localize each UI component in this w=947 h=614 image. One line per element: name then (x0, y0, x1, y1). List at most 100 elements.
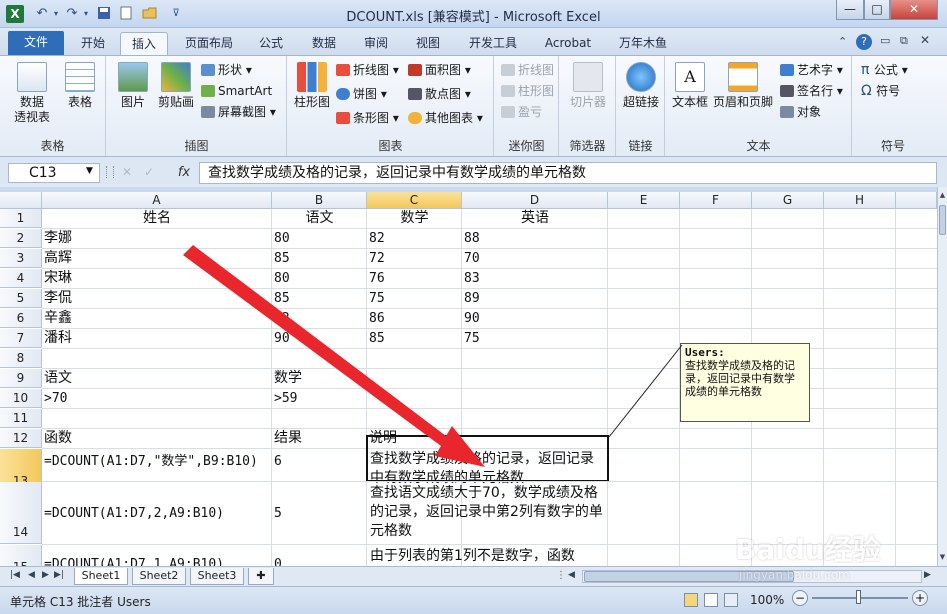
row-header-15[interactable]: 15 (0, 545, 42, 566)
column-header-h[interactable]: H (824, 192, 896, 209)
column-chart-button[interactable]: 柱形图 (292, 62, 332, 110)
active-cell-selection[interactable] (366, 435, 609, 482)
cell-a10[interactable]: >70 (44, 390, 67, 407)
row-header-8[interactable]: 8 (0, 349, 42, 368)
row-header-4[interactable]: 4 (0, 269, 42, 288)
shapes-button[interactable]: 形状 ▾ (201, 62, 252, 78)
cell-a2[interactable]: 李娜 (44, 230, 72, 247)
worksheet-grid[interactable]: A B C D E F G H 1 姓名 语文 数学 英语 2 李娜 80 82… (0, 192, 937, 566)
pie-chart-button[interactable]: 饼图 ▾ (336, 86, 387, 102)
cell-b4[interactable]: 80 (274, 270, 290, 287)
row-header-5[interactable]: 5 (0, 289, 42, 308)
cell-a14[interactable]: =DCOUNT(A1:D7,2,A9:B10) (44, 505, 224, 522)
picture-button[interactable]: 图片 (113, 62, 153, 110)
row-header-10[interactable]: 10 (0, 389, 42, 408)
column-header-g[interactable]: G (752, 192, 824, 209)
cell-b13[interactable]: 6 (274, 453, 282, 470)
smartart-button[interactable]: SmartArt (201, 83, 272, 99)
cell-d7[interactable]: 75 (464, 330, 480, 347)
cell-a1[interactable]: 姓名 (42, 210, 272, 227)
sheet-nav-prev-icon[interactable]: ◀ (28, 570, 35, 580)
cell-a3[interactable]: 高辉 (44, 250, 72, 267)
cell-b7[interactable]: 90 (274, 330, 290, 347)
cell-c7[interactable]: 85 (369, 330, 385, 347)
cell-c5[interactable]: 75 (369, 290, 385, 307)
line-chart-button[interactable]: 折线图 ▾ (336, 62, 399, 78)
cell-c15[interactable]: 由于列表的第1列不是数字，函数 (370, 547, 606, 566)
area-chart-button[interactable]: 面积图 ▾ (408, 62, 471, 78)
cell-a12[interactable]: 函数 (44, 430, 72, 447)
cell-a15[interactable]: =DCOUNT(A1:D7,1,A9:B10) (44, 556, 224, 566)
row-header-6[interactable]: 6 (0, 309, 42, 328)
scatter-chart-button[interactable]: 散点图 ▾ (408, 86, 471, 102)
tab-formulas[interactable]: 公式 (250, 32, 292, 56)
cell-c6[interactable]: 86 (369, 310, 385, 327)
cell-b6[interactable]: 72 (274, 310, 290, 327)
cell-b1[interactable]: 语文 (272, 210, 367, 227)
row-header-7[interactable]: 7 (0, 329, 42, 348)
cell-a6[interactable]: 辛鑫 (44, 310, 72, 327)
cell-d6[interactable]: 90 (464, 310, 480, 327)
cell-d1[interactable]: 英语 (462, 210, 608, 227)
zoom-slider-thumb[interactable] (856, 590, 861, 604)
object-button[interactable]: 对象 (780, 104, 821, 120)
normal-view-icon[interactable] (684, 593, 698, 607)
symbol-button[interactable]: Ω 符号 (861, 83, 900, 99)
cell-a5[interactable]: 李侃 (44, 290, 72, 307)
cell-c14[interactable]: 查找语文成绩大于70，数学成绩及格的记录，返回记录中第2列有数字的单元格数 (370, 484, 606, 541)
cell-c3[interactable]: 72 (369, 250, 385, 267)
vertical-scrollbar[interactable]: ▲ ▼ (937, 187, 947, 568)
sparkline-winloss-button[interactable]: 盈亏 (501, 104, 542, 120)
row-header-11[interactable]: 11 (0, 409, 42, 428)
tab-acrobat[interactable]: Acrobat (536, 32, 600, 56)
workbook-close-button[interactable]: ✕ (920, 33, 930, 47)
tab-view[interactable]: 视图 (406, 32, 450, 56)
cell-c1[interactable]: 数学 (367, 210, 462, 227)
scroll-up-icon[interactable]: ▲ (938, 191, 947, 199)
workbook-restore-button[interactable]: ⧉ (900, 34, 908, 48)
cell-a4[interactable]: 宋琳 (44, 270, 72, 287)
cell-c2[interactable]: 82 (369, 230, 385, 247)
wordart-button[interactable]: 艺术字 ▾ (780, 62, 843, 78)
other-charts-button[interactable]: 其他图表 ▾ (408, 110, 483, 126)
cell-d4[interactable]: 83 (464, 270, 480, 287)
row-header-2[interactable]: 2 (0, 229, 42, 248)
scroll-down-icon[interactable]: ▼ (938, 553, 947, 561)
cell-d3[interactable]: 70 (464, 250, 480, 267)
header-footer-button[interactable]: 页眉和页脚 (712, 62, 774, 110)
select-all-corner[interactable] (0, 192, 42, 209)
minimize-button[interactable]: — (836, 0, 864, 20)
help-icon[interactable]: ? (856, 34, 872, 50)
screenshot-button[interactable]: 屏幕截图 ▾ (201, 104, 276, 120)
column-header-c[interactable]: C (367, 192, 462, 209)
cell-d2[interactable]: 88 (464, 230, 480, 247)
zoom-level[interactable]: 100% (750, 593, 784, 607)
page-layout-view-icon[interactable] (704, 593, 718, 607)
pivot-table-button[interactable]: 数据 透视表 (8, 62, 56, 125)
tab-insert[interactable]: 插入 (120, 32, 168, 56)
signature-line-button[interactable]: 签名行 ▾ (780, 83, 843, 99)
hyperlink-button[interactable]: 超链接 (619, 62, 663, 110)
column-header-d[interactable]: D (462, 192, 608, 209)
formula-bar-divider-icon[interactable] (106, 166, 114, 178)
bar-chart-button[interactable]: 条形图 ▾ (336, 110, 399, 126)
row-header-14[interactable]: 14 (0, 482, 42, 544)
formula-input[interactable]: 查找数学成绩及格的记录，返回记录中有数学成绩的单元格数 (199, 162, 937, 184)
tab-data[interactable]: 数据 (302, 32, 346, 56)
tab-home[interactable]: 开始 (70, 32, 116, 56)
tab-page-layout[interactable]: 页面布局 (176, 32, 242, 56)
tab-file[interactable]: 文件 (8, 31, 64, 55)
cell-b10[interactable]: >59 (274, 390, 297, 407)
row-header-1[interactable]: 1 (0, 209, 42, 228)
cell-b12[interactable]: 结果 (274, 430, 302, 447)
workbook-minimize-button[interactable]: ▭ (880, 34, 890, 47)
cancel-icon[interactable]: ✕ (122, 165, 132, 179)
row-header-12[interactable]: 12 (0, 429, 42, 448)
column-header-f[interactable]: F (680, 192, 752, 209)
tab-wannianmuyu[interactable]: 万年木鱼 (610, 32, 676, 56)
minimize-ribbon-icon[interactable]: ⌃ (838, 35, 847, 48)
textbox-button[interactable]: A 文本框 (670, 62, 710, 110)
cell-b5[interactable]: 85 (274, 290, 290, 307)
close-button[interactable]: ✕ (890, 0, 938, 20)
equation-button[interactable]: π 公式 ▾ (861, 62, 908, 78)
